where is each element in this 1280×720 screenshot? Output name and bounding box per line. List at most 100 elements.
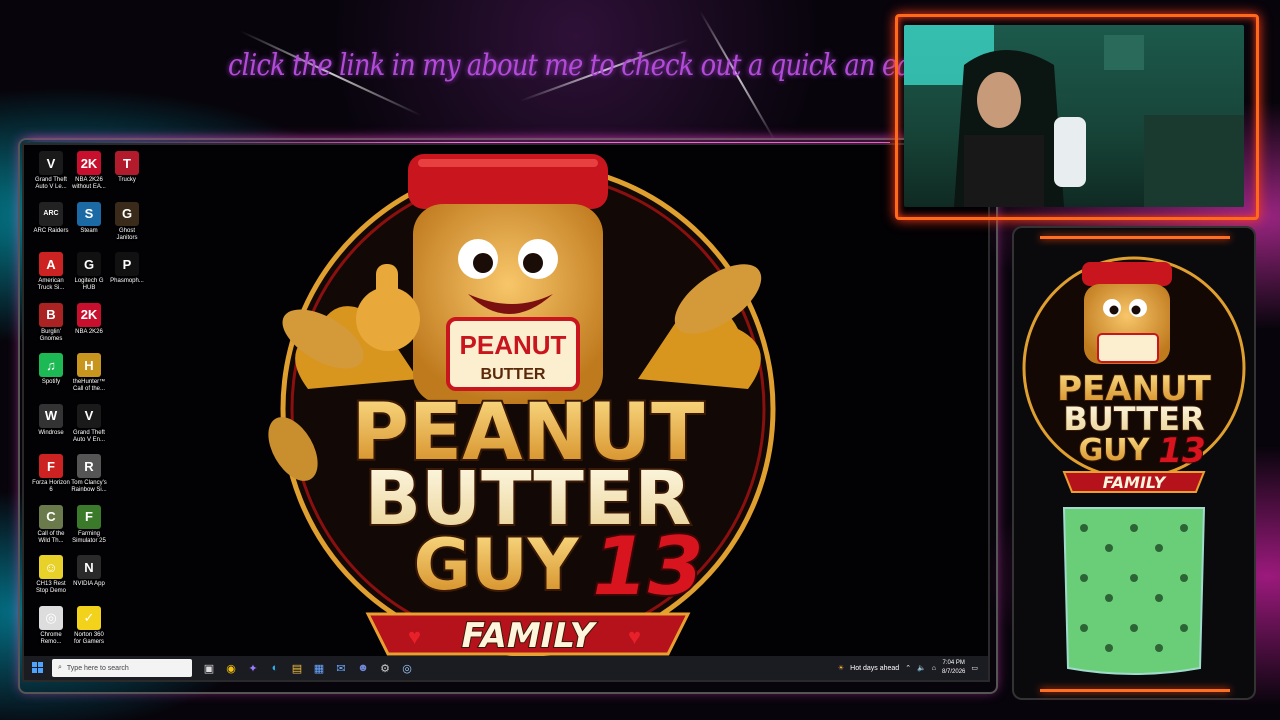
desktop-icon[interactable]: S Steam [70, 201, 108, 235]
desktop-icon[interactable]: ARC ARC Raiders [32, 201, 70, 235]
gta-v-icon: V [39, 151, 63, 175]
discord-icon[interactable]: ☻ [352, 657, 374, 679]
desktop-icon[interactable]: G Logitech G HUB [70, 252, 108, 292]
edge-icon[interactable]: ◐ [264, 657, 286, 679]
desktop-icon[interactable]: ☺ CH13 Rest Stop Demo [32, 555, 70, 595]
system-tray: ☀ Hot days ahead ⌃ 🔈 ⌂ 7:04 PM 8/7/2026 … [838, 656, 978, 680]
ats-icon: A [39, 252, 63, 276]
cotw-icon: C [39, 504, 63, 529]
file-explorer-icon[interactable]: ▤ [286, 657, 308, 679]
desktop-icon[interactable]: G Ghost Janitors [108, 201, 146, 242]
panel-bottom-accent [1040, 689, 1230, 692]
chrome-remote-icon: ◎ [39, 605, 63, 630]
side-banner-text: FAMILY [1103, 473, 1167, 492]
desktop-icon-label: American Truck Si... [37, 278, 65, 291]
desktop-icon-label: Steam [80, 227, 98, 234]
mail-icon[interactable]: ✉ [330, 657, 352, 679]
desktop-icon-label: Chrome Remo... [40, 631, 62, 645]
desktop-icon[interactable]: ✓ Norton 360 for Gamers [70, 605, 108, 646]
copilot-icon[interactable]: ✦ [242, 657, 264, 679]
desktop-icon-label: Norton 360 for Gamers [73, 631, 104, 645]
nvidia-icon: N [77, 555, 101, 579]
trucky-icon: T [115, 151, 139, 175]
desktop-icon[interactable]: F Forza Horizon 6 [32, 454, 70, 494]
network-icon[interactable]: ⌂ [932, 665, 936, 672]
jar-label-line-2: BUTTER [481, 366, 546, 383]
forza-icon: F [39, 454, 63, 478]
desktop-icon-label: Phasmoph... [110, 278, 144, 284]
volume-icon[interactable]: 🔈 [917, 664, 926, 672]
desktop-icon[interactable]: C Call of the Wild Th... [32, 504, 70, 545]
heart-icon: ♥ [408, 624, 421, 649]
taskbar-clock[interactable]: 7:04 PM 8/7/2026 [942, 659, 965, 677]
desktop-icon[interactable]: 2K NBA 2K26 [70, 302, 108, 336]
steam-icon[interactable]: ◎ [396, 657, 418, 679]
promo-text: click the link in my about me to check o… [228, 48, 1060, 83]
weather-icon[interactable]: ☀ [838, 664, 844, 672]
desktop-icon-label: NBA 2K26 without EA... [72, 177, 106, 190]
burglin-gnomes-icon: B [39, 302, 63, 327]
side-number: 13 [1158, 431, 1205, 471]
arc-raiders-icon: ARC [39, 201, 63, 226]
desktop-icon[interactable]: R Tom Clancy's Rainbow Si... [70, 454, 108, 494]
start-button[interactable] [24, 656, 52, 680]
search-icon: ⌕ [58, 664, 62, 671]
desktop-icon[interactable]: P Phasmoph... [108, 252, 146, 285]
desktop-icon[interactable]: 2K NBA 2K26 without EA... [70, 151, 108, 191]
thehunter-icon: H [77, 353, 101, 377]
desktop-icon-label: Burglin' Gnomes [39, 328, 63, 342]
phasmophobia-icon: P [115, 252, 139, 276]
search-placeholder: Type here to search [66, 664, 129, 672]
desktop-icon[interactable]: A American Truck Si... [32, 252, 70, 292]
desktop-icon[interactable]: V Grand Theft Auto V Le... [32, 151, 70, 191]
side-logo-panel: PEANUT BUTTER GUY 13 FAMILY [1014, 228, 1254, 698]
desktop-icon[interactable]: N NVIDIA App [70, 555, 108, 588]
rainbow-six-icon: R [77, 454, 101, 478]
desktop-icon-label: theHunter™ Call of the... [72, 379, 106, 392]
logo-banner-text: FAMILY [462, 616, 598, 656]
desktop-icon[interactable]: HtheHunter™ Call of the... [70, 353, 108, 393]
desktop-icon-label: Tom Clancy's Rainbow Si... [71, 480, 107, 493]
desktop-icon-label: CH13 Rest Stop Demo [35, 581, 66, 594]
taskbar: ⌕ Type here to search ▣ ◉ ✦ ◐ ▤ ▦ ✉ ☻ ⚙ ◎ ☀ Hot d… [24, 656, 988, 680]
windows-logo-icon [32, 662, 43, 673]
farming-sim-icon: F [77, 504, 101, 529]
desktop-icon[interactable]: ♫ Spotify [32, 353, 70, 386]
ghost-janitors-icon: G [115, 201, 139, 226]
clock-time: 7:04 PM [942, 660, 965, 666]
desktop-icon-label: Ghost Janitors [116, 227, 138, 241]
desktop-icon-label: Windrose [38, 429, 64, 436]
desktop-icon-label: Trucky [118, 177, 136, 183]
windrose-icon: W [39, 403, 63, 428]
task-view-icon[interactable]: ▣ [198, 657, 220, 679]
desktop-icon[interactable]: F Farming Simulator 25 [70, 504, 108, 545]
logitech-icon: G [77, 252, 101, 276]
taskbar-search-box[interactable]: ⌕ Type here to search [52, 659, 192, 677]
heart-icon: ♥ [628, 624, 641, 649]
jar-label-line-1: PEANUT [460, 330, 567, 360]
desktop-icon-label: ARC Raiders [33, 227, 69, 234]
notification-icon[interactable]: ▭ [971, 664, 978, 672]
desktop-screen: V Grand Theft Auto V Le... 2K NBA 2K26 with… [24, 145, 988, 680]
desktop-icon-label: Call of the Wild Th... [37, 530, 65, 544]
desktop-icon-label: NBA 2K26 [75, 328, 103, 335]
desktop-icon[interactable]: T Trucky [108, 151, 146, 184]
desktop-icon[interactable]: ◎ Chrome Remo... [32, 605, 70, 646]
norton-icon: ✓ [77, 605, 101, 630]
gta-v-icon: V [77, 403, 101, 428]
store-icon[interactable]: ▦ [308, 657, 330, 679]
logo-title-line-3: GUY [414, 524, 580, 606]
webcam-scene [904, 25, 1244, 207]
nba2k-icon: 2K [77, 151, 101, 175]
desktop-icon-label: Spotify [41, 379, 61, 385]
desktop-icon[interactable]: W Windrose [32, 403, 70, 437]
desktop-icon[interactable]: V Grand Theft Auto V En... [70, 403, 108, 444]
side-logo: PEANUT BUTTER GUY 13 FAMILY [1022, 256, 1246, 675]
webcam-feed [904, 25, 1244, 207]
chevron-up-icon[interactable]: ⌃ [905, 664, 911, 672]
chrome-icon[interactable]: ◉ [220, 657, 242, 679]
settings-icon[interactable]: ⚙ [374, 657, 396, 679]
desktop-icon[interactable]: B Burglin' Gnomes [32, 302, 70, 343]
weather-text[interactable]: Hot days ahead [850, 665, 899, 672]
peanut-butter-guy-logo: PEANUT BUTTER PEANUT BUTTER GUY 13 FAMIL… [268, 154, 776, 657]
